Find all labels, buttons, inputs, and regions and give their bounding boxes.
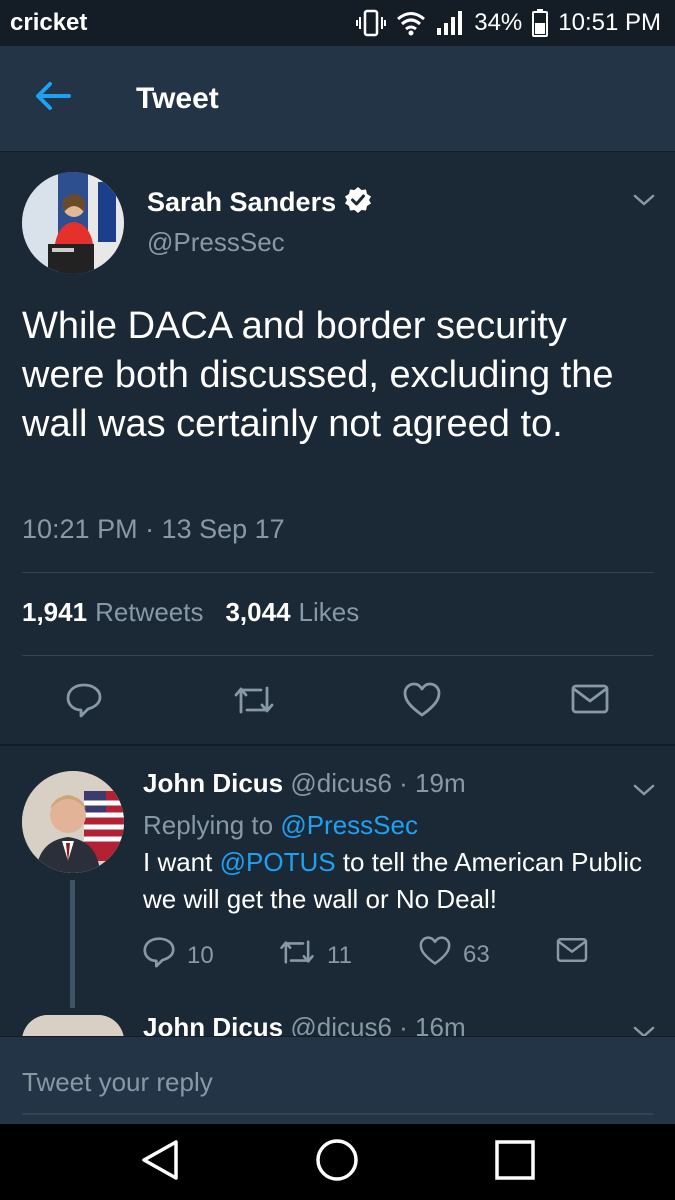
battery-icon xyxy=(532,9,549,37)
arrow-left-icon xyxy=(35,81,71,116)
retweets-count-link[interactable]: 1,941 Retweets xyxy=(22,597,203,628)
verified-badge-icon xyxy=(344,186,372,219)
share-icon[interactable] xyxy=(571,682,609,721)
share-icon xyxy=(556,936,588,971)
retweets-count: 1,941 xyxy=(22,597,88,627)
divider xyxy=(22,572,653,573)
handle: @PressSec xyxy=(147,227,285,257)
home-nav-button[interactable] xyxy=(277,1124,397,1200)
user-info[interactable]: Sarah Sanders @PressSec xyxy=(147,186,372,258)
reply-display-name: John Dicus xyxy=(143,768,284,798)
back-nav-button[interactable] xyxy=(100,1124,220,1200)
reply-count: 10 xyxy=(187,941,214,969)
likes-count: 3,044 xyxy=(225,597,291,627)
display-name: Sarah Sanders xyxy=(147,187,337,217)
tweet-text: While DACA and border security were both… xyxy=(22,305,614,445)
vibrate-icon xyxy=(356,9,387,37)
likes-label: Likes xyxy=(298,597,360,627)
battery-percent: 34% xyxy=(474,9,523,36)
replying-prefix: Replying to xyxy=(143,810,274,840)
status-icons: 34% 10:51 PM xyxy=(356,9,661,37)
share-button[interactable] xyxy=(556,936,588,971)
navigation-bar xyxy=(0,1124,675,1200)
divider xyxy=(22,655,653,656)
recents-nav-button[interactable] xyxy=(455,1124,575,1200)
chevron-down-icon[interactable] xyxy=(632,782,656,803)
retweet-button[interactable]: 11 xyxy=(279,936,352,975)
retweet-icon xyxy=(279,936,315,975)
likes-count-link[interactable]: 3,044 Likes xyxy=(225,597,359,628)
reply-icon[interactable] xyxy=(66,682,102,723)
reply-meta: @dicus6 · 19m xyxy=(290,768,466,798)
replying-to-link[interactable]: @PressSec xyxy=(280,810,418,840)
reply-composer[interactable]: Tweet your reply xyxy=(0,1036,675,1124)
engagement-counts: 1,941 Retweets 3,044 Likes xyxy=(22,597,359,628)
reply-text: I want @POTUS to tell the American Publi… xyxy=(143,844,643,918)
avatar[interactable] xyxy=(22,771,124,873)
input-underline xyxy=(22,1113,653,1115)
status-bar: cricket 34% 10:51 PM xyxy=(0,0,675,46)
like-count: 63 xyxy=(463,940,490,968)
chevron-down-icon[interactable] xyxy=(632,192,656,213)
home-circle-icon xyxy=(315,1138,359,1187)
carrier-name: cricket xyxy=(10,9,88,36)
reply-text-start: I want xyxy=(143,847,213,877)
back-triangle-icon xyxy=(140,1139,180,1186)
app-bar: Tweet xyxy=(0,46,675,152)
clock: 10:51 PM xyxy=(558,9,661,36)
reply-button[interactable]: 10 xyxy=(143,936,214,975)
replying-to: Replying to @PressSec xyxy=(143,810,418,841)
avatar[interactable] xyxy=(22,172,124,274)
recents-square-icon xyxy=(494,1139,536,1186)
mention-link[interactable]: @POTUS xyxy=(220,847,336,877)
divider xyxy=(0,744,675,746)
page-title: Tweet xyxy=(136,81,219,115)
like-icon[interactable] xyxy=(403,682,441,723)
reply-input[interactable]: Tweet your reply xyxy=(22,1067,213,1098)
thread-line xyxy=(70,880,75,1008)
like-button[interactable]: 63 xyxy=(419,936,490,973)
like-icon xyxy=(419,936,451,973)
tweet-actions xyxy=(0,682,675,722)
reply-header: John Dicus @dicus6 · 19m xyxy=(143,768,466,799)
retweet-count: 11 xyxy=(327,941,352,969)
retweet-icon[interactable] xyxy=(233,682,275,723)
reply-icon xyxy=(143,936,175,975)
retweets-label: Retweets xyxy=(95,597,204,627)
tweet-timestamp: 10:21 PM · 13 Sep 17 xyxy=(22,514,285,544)
signal-icon xyxy=(436,10,464,36)
reply-actions: 10 11 63 xyxy=(143,936,643,972)
reply-text-end: to tell the American Public we will get … xyxy=(143,847,642,914)
wifi-icon xyxy=(396,10,426,36)
back-button[interactable] xyxy=(0,46,100,151)
